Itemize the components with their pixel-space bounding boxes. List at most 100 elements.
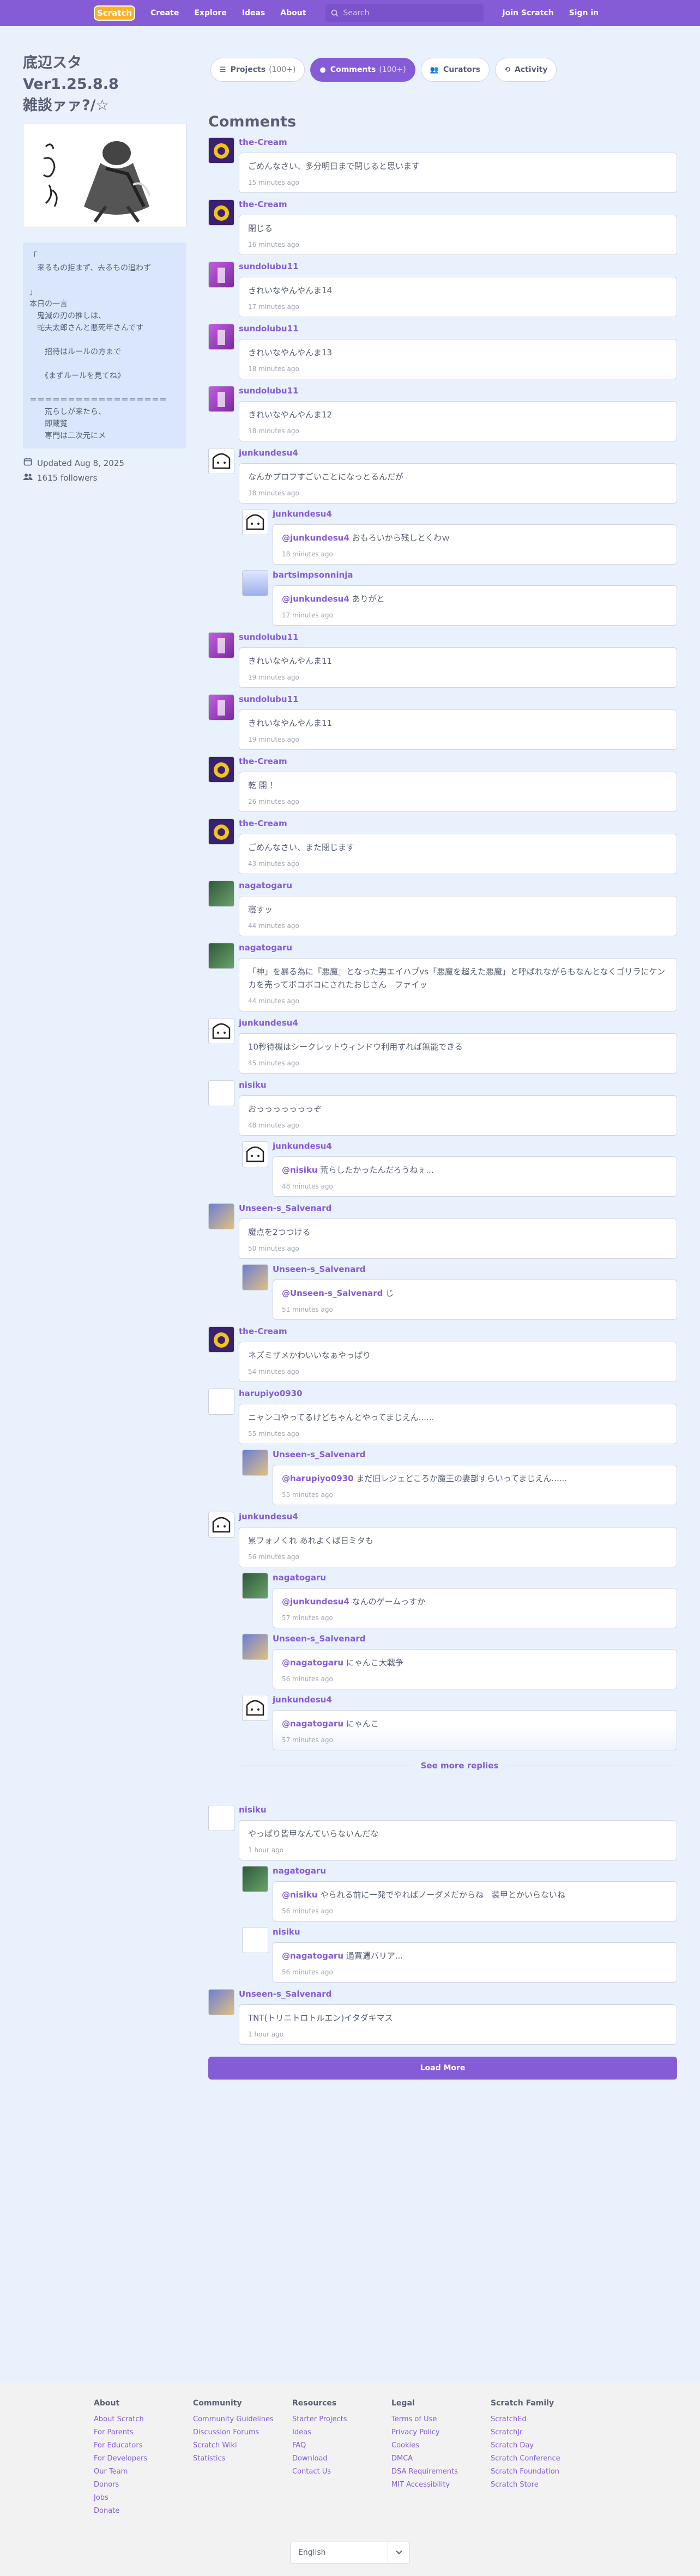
avatar[interactable]	[208, 137, 234, 163]
footer-link[interactable]: Scratch Foundation	[491, 2465, 590, 2478]
mention-link[interactable]: @junkundesu4	[282, 1597, 349, 1607]
footer-link[interactable]: Statistics	[193, 2452, 292, 2465]
avatar[interactable]	[208, 386, 234, 412]
avatar[interactable]	[208, 881, 234, 907]
footer-link[interactable]: Scratch Wiki	[193, 2439, 292, 2452]
comment-username[interactable]: Unseen-s_Salvenard	[239, 1203, 677, 1214]
comment-username[interactable]: Unseen-s_Salvenard	[273, 1634, 677, 1645]
comment-username[interactable]: the-Cream	[239, 756, 677, 767]
comment-username[interactable]: Unseen-s_Salvenard	[273, 1264, 677, 1275]
footer-link[interactable]: Community Guidelines	[193, 2413, 292, 2426]
footer-link[interactable]: Starter Projects	[292, 2413, 391, 2426]
comment-username[interactable]: junkundesu4	[239, 1018, 677, 1029]
mention-link[interactable]: @harupiyo0930	[282, 1474, 354, 1483]
avatar[interactable]	[242, 1866, 268, 1892]
footer-link[interactable]: Scratch Store	[491, 2478, 590, 2492]
footer-link[interactable]: Donors	[94, 2478, 193, 2492]
footer-link[interactable]: Download	[292, 2452, 391, 2465]
mention-link[interactable]: @nisiku	[282, 1165, 318, 1175]
footer-link[interactable]: For Educators	[94, 2439, 193, 2452]
mention-link[interactable]: @Unseen-s_Salvenard	[282, 1288, 383, 1298]
language-select[interactable]: English	[290, 2542, 410, 2563]
comment-username[interactable]: sundolubu11	[239, 386, 677, 397]
avatar[interactable]	[208, 632, 234, 658]
comment-username[interactable]: the-Cream	[239, 199, 677, 210]
comment-username[interactable]: nagatogaru	[273, 1866, 677, 1877]
footer-link[interactable]: Terms of Use	[391, 2413, 491, 2426]
footer-link[interactable]: Ideas	[292, 2426, 391, 2439]
avatar[interactable]	[208, 1512, 234, 1538]
avatar[interactable]	[208, 324, 234, 350]
comment-username[interactable]: harupiyo0930	[239, 1389, 677, 1399]
comment-username[interactable]: the-Cream	[239, 137, 677, 148]
sign-in-link[interactable]: Sign in	[562, 9, 607, 17]
comment-username[interactable]: nisiku	[273, 1927, 677, 1938]
avatar[interactable]	[208, 1389, 234, 1415]
tab-curators[interactable]: 👥 Curators	[420, 58, 490, 82]
mention-link[interactable]: @junkundesu4	[282, 594, 349, 604]
comment-username[interactable]: nagatogaru	[273, 1573, 677, 1584]
comment-username[interactable]: nisiku	[239, 1805, 677, 1816]
mention-link[interactable]: @nagatogaru	[282, 1719, 343, 1729]
mention-link[interactable]: @nagatogaru	[282, 1658, 343, 1668]
avatar[interactable]	[208, 199, 234, 226]
avatar[interactable]	[242, 1695, 268, 1721]
nav-ideas[interactable]: Ideas	[234, 9, 273, 17]
avatar[interactable]	[242, 509, 268, 535]
mention-link[interactable]: @nagatogaru	[282, 1951, 343, 1961]
avatar[interactable]	[208, 1203, 234, 1229]
comment-username[interactable]: junkundesu4	[239, 448, 677, 459]
avatar[interactable]	[242, 1450, 268, 1476]
avatar[interactable]	[208, 756, 234, 783]
comment-username[interactable]: sundolubu11	[239, 324, 677, 335]
avatar[interactable]	[208, 819, 234, 845]
footer-link[interactable]: Jobs	[94, 2492, 193, 2505]
avatar[interactable]	[208, 694, 234, 720]
avatar[interactable]	[242, 1634, 268, 1660]
nav-about[interactable]: About	[273, 9, 313, 17]
mention-link[interactable]: @junkundesu4	[282, 533, 349, 543]
comment-username[interactable]: junkundesu4	[273, 1695, 677, 1706]
scratch-logo[interactable]: Scratch	[94, 5, 135, 21]
comment-username[interactable]: sundolubu11	[239, 262, 677, 272]
tab-projects[interactable]: ☰ Projects (100+)	[210, 58, 305, 82]
tab-activity[interactable]: ⟲ Activity	[495, 58, 557, 82]
footer-link[interactable]: For Developers	[94, 2452, 193, 2465]
search-input[interactable]	[343, 9, 474, 17]
comment-username[interactable]: sundolubu11	[239, 694, 677, 705]
see-more-replies[interactable]: See more replies	[242, 1755, 678, 1777]
avatar[interactable]	[242, 1264, 268, 1290]
footer-link[interactable]: ScratchEd	[491, 2413, 590, 2426]
avatar[interactable]	[242, 1573, 268, 1599]
join-scratch-link[interactable]: Join Scratch	[494, 9, 561, 17]
comment-username[interactable]: the-Cream	[239, 819, 677, 829]
footer-link[interactable]: DMCA	[391, 2452, 491, 2465]
avatar[interactable]	[208, 1326, 234, 1353]
comment-username[interactable]: nisiku	[239, 1080, 677, 1091]
tab-comments[interactable]: ● Comments (100+)	[310, 58, 415, 82]
comment-username[interactable]: Unseen-s_Salvenard	[273, 1450, 677, 1460]
avatar[interactable]	[242, 570, 268, 596]
footer-link[interactable]: Scratch Day	[491, 2439, 590, 2452]
footer-link[interactable]: MIT Accessibility	[391, 2478, 491, 2492]
comment-username[interactable]: junkundesu4	[239, 1512, 677, 1523]
avatar[interactable]	[208, 262, 234, 288]
comment-username[interactable]: junkundesu4	[273, 509, 677, 520]
comment-username[interactable]: nagatogaru	[239, 881, 677, 892]
footer-link[interactable]: Our Team	[94, 2465, 193, 2478]
mention-link[interactable]: @nisiku	[282, 1890, 318, 1900]
comment-username[interactable]: junkundesu4	[273, 1141, 677, 1152]
nav-explore[interactable]: Explore	[186, 9, 234, 17]
avatar[interactable]	[208, 1018, 234, 1044]
avatar[interactable]	[208, 1805, 234, 1831]
footer-link[interactable]: FAQ	[292, 2439, 391, 2452]
comment-username[interactable]: bartsimpsonninja	[273, 570, 677, 581]
nav-create[interactable]: Create	[143, 9, 186, 17]
footer-link[interactable]: For Parents	[94, 2426, 193, 2439]
avatar[interactable]	[242, 1141, 268, 1167]
avatar[interactable]	[208, 1080, 234, 1106]
comment-username[interactable]: Unseen-s_Salvenard	[239, 1989, 677, 2000]
footer-link[interactable]: ScratchJr	[491, 2426, 590, 2439]
comment-username[interactable]: sundolubu11	[239, 632, 677, 643]
avatar[interactable]	[208, 448, 234, 474]
